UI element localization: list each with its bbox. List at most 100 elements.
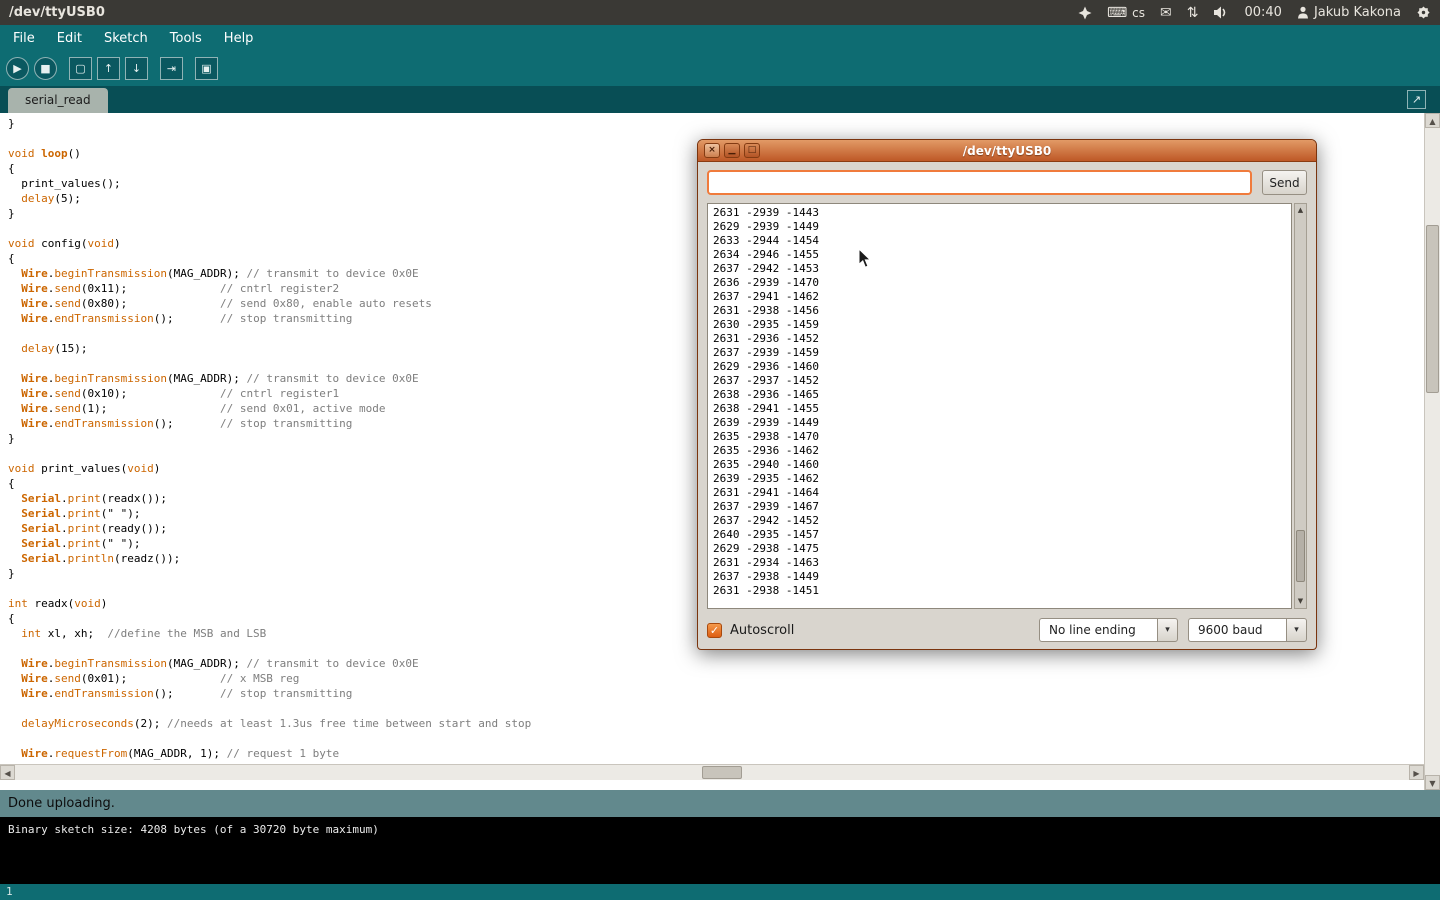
- serial-output-line: 2633 -2944 -1454: [713, 234, 1286, 248]
- user-menu[interactable]: Jakub Kakona: [1297, 5, 1401, 20]
- status-bar: Done uploading.: [0, 790, 1440, 817]
- tab-serial-read[interactable]: serial_read: [8, 88, 108, 113]
- serial-output-line: 2637 -2941 -1462: [713, 290, 1286, 304]
- serial-output-line: 2635 -2940 -1460: [713, 458, 1286, 472]
- save-sketch-button[interactable]: ↓: [125, 57, 148, 80]
- serial-output-line: 2631 -2938 -1456: [713, 304, 1286, 318]
- serial-output-line: 2630 -2935 -1459: [713, 318, 1286, 332]
- serial-scroll-thumb[interactable]: [1296, 530, 1305, 582]
- serial-output-line: 2635 -2936 -1462: [713, 444, 1286, 458]
- editor-horizontal-scrollbar[interactable]: ◀ ▶: [0, 764, 1424, 780]
- menu-item-tools[interactable]: Tools: [159, 27, 213, 50]
- menubar: FileEditSketchToolsHelp: [0, 25, 1440, 51]
- serial-output-line: 2629 -2936 -1460: [713, 360, 1286, 374]
- serial-monitor-button[interactable]: ▣: [195, 57, 218, 80]
- user-icon: [1297, 6, 1309, 19]
- tabbar: serial_read ↗: [0, 86, 1440, 113]
- tab-menu-button[interactable]: ↗: [1407, 90, 1426, 109]
- code-line: [8, 731, 1416, 746]
- new-sketch-button[interactable]: ▢: [69, 57, 92, 80]
- window-controls: × ▁ □: [704, 143, 760, 158]
- serial-output-line: 2629 -2938 -1475: [713, 542, 1286, 556]
- baud-rate-select[interactable]: 9600 baud ▾: [1188, 618, 1307, 642]
- serial-output-line: 2637 -2939 -1459: [713, 346, 1286, 360]
- code-line: delayMicroseconds(2); //needs at least 1…: [8, 716, 1416, 731]
- serial-output-line: 2639 -2939 -1449: [713, 416, 1286, 430]
- screen: /dev/ttyUSB0 ⌨ cs ✉ ⇅ 00:40 Jakub Kakona: [0, 0, 1440, 900]
- baud-rate-value[interactable]: 9600 baud: [1188, 618, 1286, 642]
- line-ending-select[interactable]: No line ending ▾: [1039, 618, 1178, 642]
- menu-item-edit[interactable]: Edit: [46, 27, 93, 50]
- serial-output: 2631 -2939 -14432629 -2939 -14492633 -29…: [707, 203, 1292, 609]
- serial-input-row: Send: [698, 162, 1316, 203]
- serial-output-line: 2638 -2936 -1465: [713, 388, 1286, 402]
- network-icon[interactable]: ⇅: [1187, 6, 1199, 20]
- verify-button[interactable]: ▶: [6, 57, 29, 80]
- serial-output-line: 2635 -2938 -1470: [713, 430, 1286, 444]
- serial-output-line: 2638 -2941 -1455: [713, 402, 1286, 416]
- line-number-strip: 1: [0, 884, 1440, 900]
- upload-button[interactable]: ⇥: [160, 57, 183, 80]
- serial-output-line: 2636 -2939 -1470: [713, 276, 1286, 290]
- keyboard-layout-indicator[interactable]: ⌨ cs: [1107, 6, 1145, 20]
- code-line: [8, 701, 1416, 716]
- minimize-icon[interactable]: ▁: [724, 143, 740, 158]
- serial-output-line: 2640 -2935 -1457: [713, 528, 1286, 542]
- scroll-up-icon[interactable]: ▲: [1425, 113, 1440, 128]
- autoscroll-checkbox[interactable]: ✓: [707, 623, 722, 638]
- keyboard-icon: ⌨: [1107, 6, 1127, 20]
- serial-output-line: 2629 -2939 -1449: [713, 220, 1286, 234]
- line-number: 1: [6, 885, 13, 898]
- code-line: Wire.endTransmission(); // stop transmit…: [8, 686, 1416, 701]
- status-message: Done uploading.: [8, 796, 115, 811]
- serial-output-line: 2631 -2939 -1443: [713, 206, 1286, 220]
- scroll-left-icon[interactable]: ◀: [0, 765, 15, 780]
- user-name-label: Jakub Kakona: [1314, 5, 1401, 20]
- serial-monitor-footer: ✓ Autoscroll No line ending ▾ 9600 baud …: [698, 618, 1316, 642]
- serial-output-line: 2637 -2937 -1452: [713, 374, 1286, 388]
- serial-output-line: 2631 -2938 -1451: [713, 584, 1286, 598]
- system-tray: ⌨ cs ✉ ⇅ 00:40 Jakub Kakona: [1078, 5, 1431, 20]
- line-ending-value[interactable]: No line ending: [1039, 618, 1157, 642]
- serial-monitor-title: /dev/ttyUSB0: [698, 144, 1316, 158]
- code-line: Wire.send(0x01); // x MSB reg: [8, 671, 1416, 686]
- volume-icon[interactable]: [1213, 6, 1229, 19]
- serial-output-line: 2631 -2936 -1452: [713, 332, 1286, 346]
- serial-monitor-titlebar[interactable]: /dev/ttyUSB0 × ▁ □: [698, 140, 1316, 162]
- maximize-icon[interactable]: □: [744, 143, 760, 158]
- indicator-star-icon[interactable]: [1078, 6, 1092, 20]
- scroll-down-icon[interactable]: ▼: [1425, 775, 1440, 790]
- serial-scroll-up-icon[interactable]: ▲: [1295, 205, 1306, 216]
- serial-output-scrollbar[interactable]: ▲ ▼: [1294, 203, 1307, 609]
- serial-output-line: 2637 -2938 -1449: [713, 570, 1286, 584]
- line-ending-dropdown-icon[interactable]: ▾: [1157, 618, 1178, 642]
- keyboard-layout-label: cs: [1132, 6, 1145, 20]
- menu-item-help[interactable]: Help: [213, 27, 265, 50]
- build-console: Binary sketch size: 4208 bytes (of a 307…: [0, 817, 1440, 884]
- baud-rate-dropdown-icon[interactable]: ▾: [1286, 618, 1307, 642]
- menu-item-sketch[interactable]: Sketch: [93, 27, 159, 50]
- serial-monitor-window: /dev/ttyUSB0 × ▁ □ Send 2631 -2939 -1443…: [697, 139, 1317, 650]
- clock[interactable]: 00:40: [1244, 5, 1281, 20]
- menu-item-file[interactable]: File: [2, 27, 46, 50]
- serial-input[interactable]: [707, 170, 1252, 195]
- mail-icon[interactable]: ✉: [1160, 6, 1172, 20]
- code-line: Wire.beginTransmission(MAG_ADDR); // tra…: [8, 656, 1416, 671]
- scroll-right-icon[interactable]: ▶: [1409, 765, 1424, 780]
- horizontal-scroll-thumb[interactable]: [702, 766, 742, 779]
- toolbar: ▶■ ▢↑↓ ⇥ ▣: [0, 51, 1440, 86]
- session-gear-icon[interactable]: [1416, 5, 1431, 20]
- editor-vertical-scrollbar[interactable]: ▲ ▼: [1424, 113, 1440, 790]
- top-panel: /dev/ttyUSB0 ⌨ cs ✉ ⇅ 00:40 Jakub Kakona: [0, 0, 1440, 25]
- stop-button[interactable]: ■: [34, 57, 57, 80]
- close-icon[interactable]: ×: [704, 143, 720, 158]
- vertical-scroll-thumb[interactable]: [1426, 225, 1439, 393]
- code-line: Wire.requestFrom(MAG_ADDR, 1); // reques…: [8, 746, 1416, 761]
- serial-output-line: 2631 -2934 -1463: [713, 556, 1286, 570]
- serial-scroll-down-icon[interactable]: ▼: [1295, 596, 1306, 607]
- serial-output-line: 2637 -2942 -1453: [713, 262, 1286, 276]
- open-sketch-button[interactable]: ↑: [97, 57, 120, 80]
- serial-output-line: 2637 -2942 -1452: [713, 514, 1286, 528]
- serial-output-line: 2639 -2935 -1462: [713, 472, 1286, 486]
- send-button[interactable]: Send: [1262, 170, 1307, 195]
